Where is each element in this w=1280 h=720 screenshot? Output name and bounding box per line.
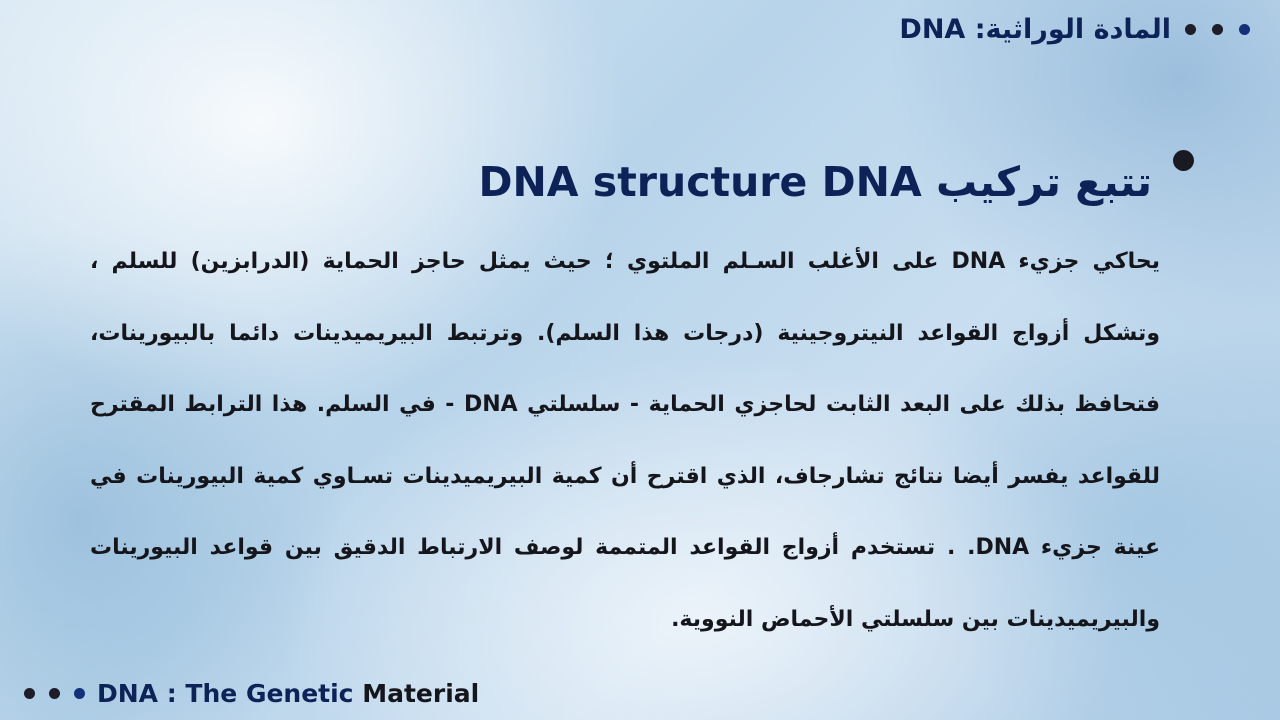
slide-header: المادة الوراثية: DNA <box>899 14 1250 45</box>
slide-heading: تتبع تركيب DNA structure DNA <box>478 158 1152 206</box>
footer-title-accent: Material <box>362 679 480 708</box>
footer-title: DNA : The Genetic Material <box>97 679 479 708</box>
body-paragraph: يحاكي جزيء DNA على الأغلب السـلم الملتوي… <box>90 249 1161 632</box>
slide-footer: DNA : The Genetic Material <box>24 679 479 708</box>
footer-dot-3 <box>74 688 85 699</box>
header-dot-3 <box>1239 24 1250 35</box>
footer-title-main: DNA : The Genetic <box>97 679 363 708</box>
footer-dots <box>24 688 85 699</box>
heading-bullet-icon <box>1173 150 1194 171</box>
header-dots <box>1185 24 1250 35</box>
footer-dot-2 <box>49 688 60 699</box>
header-dot-2 <box>1212 24 1223 35</box>
header-dot-1 <box>1185 24 1196 35</box>
footer-dot-1 <box>24 688 35 699</box>
header-title: المادة الوراثية: DNA <box>899 14 1171 45</box>
